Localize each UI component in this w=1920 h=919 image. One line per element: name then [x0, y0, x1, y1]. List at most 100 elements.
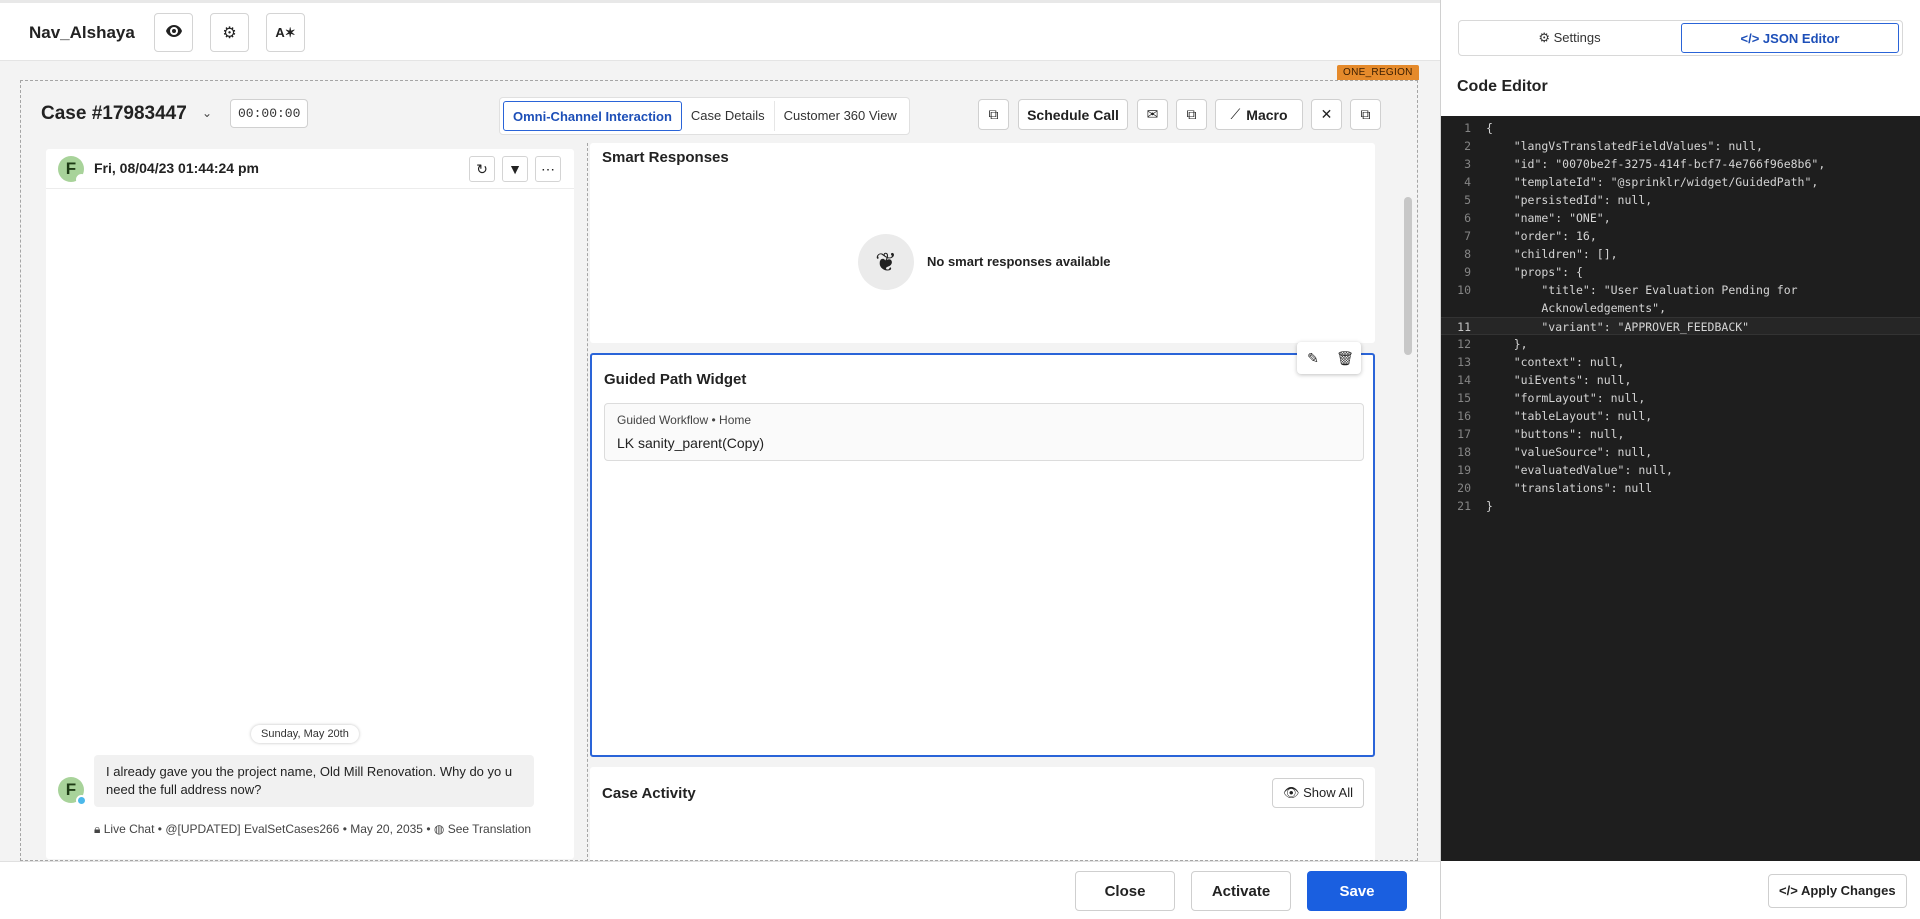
avatar: F	[58, 156, 87, 185]
code-line[interactable]: 20 "translations": null	[1441, 479, 1920, 497]
transfer-button[interactable]: ⧉	[978, 99, 1009, 130]
scrollbar[interactable]	[1404, 197, 1412, 355]
line-number: 21	[1457, 499, 1471, 513]
code-line[interactable]: 11 "variant": "APPROVER_FEEDBACK"	[1441, 317, 1920, 335]
status-dot-icon	[76, 174, 87, 185]
code-line[interactable]: 17 "buttons": null,	[1441, 425, 1920, 443]
conversation-pane: F Fri, 08/04/23 01:44:24 pm ↻ ▼ ⋯ Sunday…	[46, 149, 574, 859]
code-line[interactable]: 21}	[1441, 497, 1920, 515]
code-text: "valueSource": null,	[1486, 445, 1653, 459]
breadcrumb-sep: •	[711, 413, 720, 427]
eye-icon	[165, 24, 182, 42]
code-text: "children": [],	[1486, 247, 1618, 261]
more-button[interactable]: ⋯	[535, 156, 561, 182]
one-region: Case #17983447 ⌄ 00:00:00 Omni-Channel I…	[20, 80, 1418, 861]
code-line[interactable]: 15 "formLayout": null,	[1441, 389, 1920, 407]
code-text: "evaluatedValue": null,	[1486, 463, 1673, 477]
refresh-button[interactable]: ↻	[469, 156, 495, 182]
tab-settings-label: Settings	[1553, 30, 1601, 45]
code-text: {	[1486, 121, 1493, 135]
meta-sep: •	[426, 822, 434, 836]
meta-channel: Live Chat	[103, 822, 155, 836]
preview-button[interactable]	[154, 13, 193, 52]
tab-omni-channel[interactable]: Omni-Channel Interaction	[503, 101, 682, 131]
code-line[interactable]: 2 "langVsTranslatedFieldValues": null,	[1441, 137, 1920, 155]
code-text: "buttons": null,	[1486, 427, 1625, 441]
code-line[interactable]: 9 "props": {	[1441, 263, 1920, 281]
code-text: "name": "ONE",	[1486, 211, 1611, 225]
line-number: 11	[1457, 320, 1471, 334]
macro-button[interactable]: ⟋ Macro	[1215, 99, 1303, 130]
settings-button[interactable]: ⚙	[210, 13, 249, 52]
show-all-label: Show All	[1303, 785, 1354, 800]
share-icon: ⧉	[1360, 106, 1371, 122]
code-line[interactable]: 12 },	[1441, 335, 1920, 353]
code-line[interactable]: 3 "id": "0070be2f-3275-414f-bcf7-4e766f9…	[1441, 155, 1920, 173]
code-text: "persistedId": null,	[1486, 193, 1653, 207]
line-number: 1	[1464, 121, 1471, 135]
avatar-initial: F	[65, 159, 77, 178]
tab-json-editor[interactable]: </> JSON Editor	[1681, 23, 1899, 53]
apply-changes-button[interactable]: </> Apply Changes	[1768, 874, 1907, 908]
line-number: 5	[1464, 193, 1471, 207]
message-bubble: I already gave you the project name, Old…	[94, 755, 534, 807]
filter-button[interactable]: ▼	[502, 156, 528, 182]
sprinklr-icon: ❦	[858, 234, 914, 290]
activate-button[interactable]: Activate	[1191, 871, 1291, 911]
region-tag: ONE_REGION	[1337, 65, 1419, 80]
code-line[interactable]: 10 "title": "User Evaluation Pending for	[1441, 281, 1920, 299]
line-number: 12	[1457, 337, 1471, 351]
trash-icon[interactable]: 🗑︎	[1329, 350, 1361, 367]
apply-changes-label: Apply Changes	[1800, 883, 1896, 898]
line-number: 13	[1457, 355, 1471, 369]
see-translation-link[interactable]: See Translation	[448, 822, 531, 836]
code-line[interactable]: 1{	[1441, 119, 1920, 137]
tab-case-details[interactable]: Case Details	[682, 101, 775, 131]
case-activity-card: Case Activity 👁︎ Show All	[590, 767, 1375, 860]
eye-icon: 👁︎	[1283, 785, 1300, 800]
guided-workflow-item[interactable]: Guided Workflow • Home LK sanity_parent(…	[604, 403, 1364, 461]
code-line[interactable]: 13 "context": null,	[1441, 353, 1920, 371]
code-line[interactable]: 19 "evaluatedValue": null,	[1441, 461, 1920, 479]
widgets-column: Smart Responses ❦ No smart responses ava…	[587, 143, 1397, 860]
email-button[interactable]: ✉	[1137, 99, 1168, 130]
smart-responses-title: Smart Responses	[602, 149, 729, 166]
case-menu-button[interactable]: ⌄	[196, 102, 218, 124]
tab-customer-360[interactable]: Customer 360 View	[775, 101, 906, 131]
code-line[interactable]: 8 "children": [],	[1441, 245, 1920, 263]
more-actions-button[interactable]: ⧉	[1350, 99, 1381, 130]
close-case-button[interactable]: ✕	[1311, 99, 1342, 130]
globe-icon: ◍	[433, 822, 445, 836]
line-number: 3	[1464, 157, 1471, 171]
edit-icon[interactable]: ✎	[1297, 350, 1329, 367]
footer-bar: Close Activate Save	[0, 861, 1440, 919]
code-text: "langVsTranslatedFieldValues": null,	[1486, 139, 1763, 153]
code-line[interactable]: 5 "persistedId": null,	[1441, 191, 1920, 209]
widget-actions: ✎ 🗑︎	[1297, 342, 1361, 374]
code-editor[interactable]: 1{2 "langVsTranslatedFieldValues": null,…	[1441, 116, 1920, 861]
save-button[interactable]: Save	[1307, 871, 1407, 911]
schedule-call-label: Schedule Call	[1027, 106, 1119, 123]
code-line[interactable]: 14 "uiEvents": null,	[1441, 371, 1920, 389]
line-number: 17	[1457, 427, 1471, 441]
line-number: 18	[1457, 445, 1471, 459]
code-line[interactable]: 6 "name": "ONE",	[1441, 209, 1920, 227]
line-number: 16	[1457, 409, 1471, 423]
mail-icon: ✉	[1146, 106, 1159, 122]
tab-settings[interactable]: ⚙ Settings	[1461, 23, 1678, 53]
code-line[interactable]: 4 "templateId": "@sprinklr/widget/Guided…	[1441, 173, 1920, 191]
message-avatar-initial: F	[65, 780, 77, 799]
schedule-call-button[interactable]: Schedule Call	[1018, 99, 1128, 130]
guided-path-widget[interactable]: ✎ 🗑︎ Guided Path Widget Guided Workflow …	[590, 342, 1375, 757]
code-line[interactable]: 18 "valueSource": null,	[1441, 443, 1920, 461]
show-all-button[interactable]: 👁︎ Show All	[1272, 778, 1365, 808]
code-line[interactable]: 7 "order": 16,	[1441, 227, 1920, 245]
code-line[interactable]: 16 "tableLayout": null,	[1441, 407, 1920, 425]
translate-button[interactable]: A✶	[266, 13, 305, 52]
code-text: "templateId": "@sprinklr/widget/GuidedPa…	[1486, 175, 1819, 189]
code-line[interactable]: Acknowledgements",	[1441, 299, 1920, 317]
close-button[interactable]: Close	[1075, 871, 1175, 911]
breadcrumb-home: Home	[719, 413, 752, 427]
copy-button[interactable]: ⧉	[1176, 99, 1207, 130]
code-text: },	[1486, 337, 1528, 351]
